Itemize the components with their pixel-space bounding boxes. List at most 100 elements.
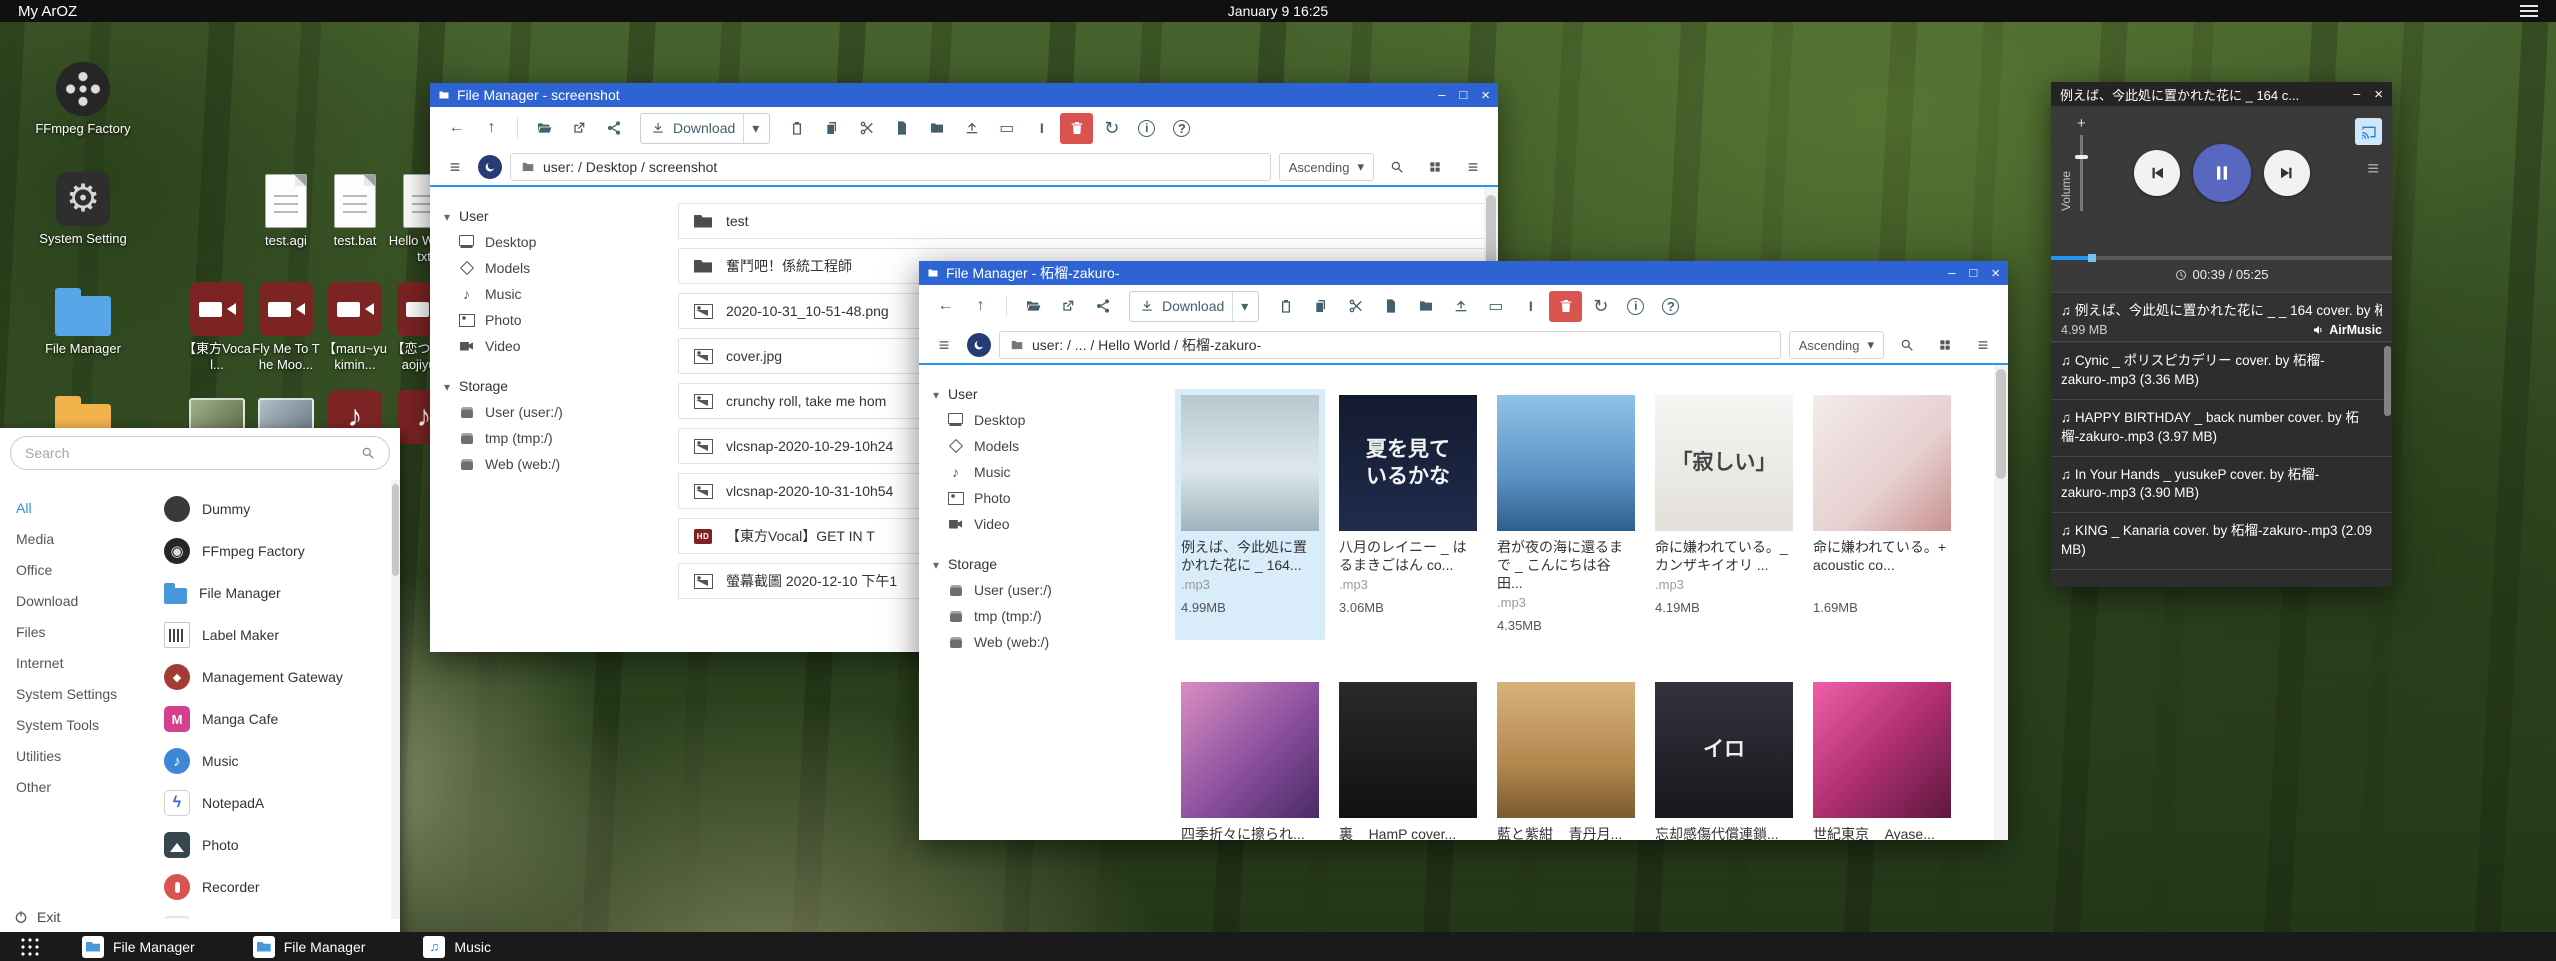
close-button[interactable] <box>1991 266 2000 281</box>
category-item[interactable]: System Settings <box>0 678 150 709</box>
desktop-icon[interactable]: File Manager <box>28 282 138 357</box>
titlebar[interactable]: 例えば、今此処に置かれた花に _ 164 c... <box>2051 82 2392 106</box>
maximize-button[interactable] <box>1969 266 1977 281</box>
breadcrumb[interactable]: user: / ... / Hello World / 柘榴-zakuro- <box>999 331 1781 359</box>
app-item[interactable]: Management Gateway <box>150 656 400 698</box>
playlist-scrollbar-thumb[interactable] <box>2384 346 2391 416</box>
download-caret[interactable] <box>1232 292 1248 321</box>
progress-bar[interactable] <box>2051 256 2392 260</box>
minimize-button[interactable] <box>2353 87 2360 102</box>
category-item[interactable]: Utilities <box>0 740 150 771</box>
up-button[interactable] <box>475 113 508 144</box>
paste-button[interactable] <box>1269 291 1302 322</box>
scrollbar[interactable] <box>1994 365 2008 840</box>
back-button[interactable] <box>440 113 473 144</box>
progress-handle[interactable] <box>2088 254 2096 262</box>
sidebar-item[interactable]: Desktop <box>430 229 668 255</box>
category-item[interactable]: Office <box>0 554 150 585</box>
theme-moon-button[interactable] <box>478 155 502 179</box>
sidebar-item[interactable]: Models <box>430 255 668 281</box>
sidebar-item[interactable]: Music <box>919 459 1157 485</box>
sort-select[interactable]: Ascending <box>1789 331 1884 359</box>
desktop-icon[interactable]: FFmpeg Factory <box>28 62 138 137</box>
app-item[interactable]: Label Maker <box>150 614 400 656</box>
sort-select[interactable]: Ascending <box>1279 153 1374 181</box>
scrollbar-thumb[interactable] <box>1996 369 2006 479</box>
sidebar-header-storage[interactable]: Storage <box>430 373 668 399</box>
new-folder-button[interactable] <box>920 113 953 144</box>
sidebar-item[interactable]: tmp (tmp:/) <box>919 603 1157 629</box>
taskbar-item[interactable]: File Manager <box>82 936 195 958</box>
pause-button[interactable] <box>2193 144 2251 202</box>
category-item[interactable]: Download <box>0 585 150 616</box>
file-tile[interactable]: 裏 _ HamP cover... <box>1333 676 1483 840</box>
grid-view-button[interactable] <box>1930 331 1960 359</box>
app-item[interactable]: Recorder <box>150 866 400 908</box>
app-item[interactable]: Music <box>150 740 400 782</box>
file-tile[interactable]: 「寂しい」 命に嫌われている。_ カンザキイオリ ... .mp3 4.19MB <box>1649 389 1799 640</box>
category-item[interactable]: System Tools <box>0 709 150 740</box>
search-box[interactable] <box>10 436 390 470</box>
category-item[interactable]: Files <box>0 616 150 647</box>
copy-button[interactable] <box>1304 291 1337 322</box>
playlist-item[interactable]: HAPPY BIRTHDAY _ back number cover. by 柘… <box>2051 400 2392 457</box>
minimize-button[interactable] <box>1948 266 1955 281</box>
open-in-new-button[interactable] <box>562 113 595 144</box>
sidebar-item[interactable]: Models <box>919 433 1157 459</box>
titlebar[interactable]: File Manager - screenshot <box>430 83 1498 107</box>
file-tile[interactable]: 四季折々に擦られ... <box>1175 676 1325 840</box>
refresh-button[interactable] <box>1095 113 1128 144</box>
help-button[interactable] <box>1654 291 1687 322</box>
upload-button[interactable] <box>1444 291 1477 322</box>
desktop-icon[interactable]: test.agi <box>250 172 322 249</box>
download-button[interactable]: Download <box>640 113 770 144</box>
share-button[interactable] <box>597 113 630 144</box>
app-item[interactable]: Manga Cafe <box>150 698 400 740</box>
desktop-icon[interactable]: Fly Me To The Moo... <box>250 282 322 373</box>
file-tile[interactable]: 藍と紫紺 _ 青丹月... <box>1491 676 1641 840</box>
category-item[interactable]: Other <box>0 771 150 802</box>
desktop-icon[interactable]: System Setting <box>28 172 138 247</box>
previous-button[interactable] <box>2134 150 2180 196</box>
playlist-item[interactable]: Cynic _ ポリスピカデリー cover. by 柘榴-zakuro-.mp… <box>2051 343 2392 400</box>
new-folder-button[interactable] <box>1409 291 1442 322</box>
sidebar-item[interactable]: Desktop <box>919 407 1157 433</box>
copy-button[interactable] <box>815 113 848 144</box>
maximize-button[interactable] <box>1459 88 1467 103</box>
app-item[interactable]: Dummy <box>150 488 400 530</box>
volume-up-button[interactable]: + <box>2077 116 2086 131</box>
list-view-button[interactable] <box>1968 331 1998 359</box>
info-button[interactable] <box>1130 113 1163 144</box>
playlist-item[interactable]: KING _ Kanaria cover. by 柘榴-zakuro-.mp3 … <box>2051 513 2392 570</box>
sidebar-item[interactable]: User (user:/) <box>919 577 1157 603</box>
sidebar-item[interactable]: Video <box>430 333 668 359</box>
exit-button[interactable]: Exit <box>14 909 60 925</box>
properties-button[interactable] <box>990 113 1023 144</box>
start-button[interactable] <box>20 937 40 957</box>
desktop-icon[interactable]: 【東方Vocal... <box>181 282 253 373</box>
download-button[interactable]: Download <box>1129 291 1259 322</box>
sidebar-header-user[interactable]: User <box>430 203 668 229</box>
menu-scrollbar[interactable] <box>391 480 400 919</box>
back-button[interactable] <box>929 291 962 322</box>
airmusic-badge[interactable]: AirMusic <box>2312 323 2382 337</box>
sidebar-item[interactable]: Video <box>919 511 1157 537</box>
paste-button[interactable] <box>780 113 813 144</box>
sidebar-item[interactable]: Music <box>430 281 668 307</box>
minimize-button[interactable] <box>1438 88 1445 103</box>
search-input[interactable] <box>25 445 353 461</box>
menu-scrollbar-thumb[interactable] <box>392 484 399 576</box>
new-file-button[interactable] <box>885 113 918 144</box>
category-item[interactable]: All <box>0 492 150 523</box>
file-tile[interactable]: 世紀東京 _ Ayase... <box>1807 676 1957 840</box>
open-in-new-button[interactable] <box>1051 291 1084 322</box>
toggle-sidebar-button[interactable] <box>929 331 959 359</box>
close-button[interactable] <box>1481 88 1490 103</box>
delete-button[interactable] <box>1549 291 1582 322</box>
file-tile[interactable]: 命に嫌われている。+ acoustic co... 1.69MB <box>1807 389 1957 640</box>
next-button[interactable] <box>2264 150 2310 196</box>
category-item[interactable]: Internet <box>0 647 150 678</box>
desktop-icon[interactable]: 【maru~yu kimin... <box>319 282 391 373</box>
app-item[interactable]: System Setting <box>150 908 400 919</box>
info-button[interactable] <box>1619 291 1652 322</box>
